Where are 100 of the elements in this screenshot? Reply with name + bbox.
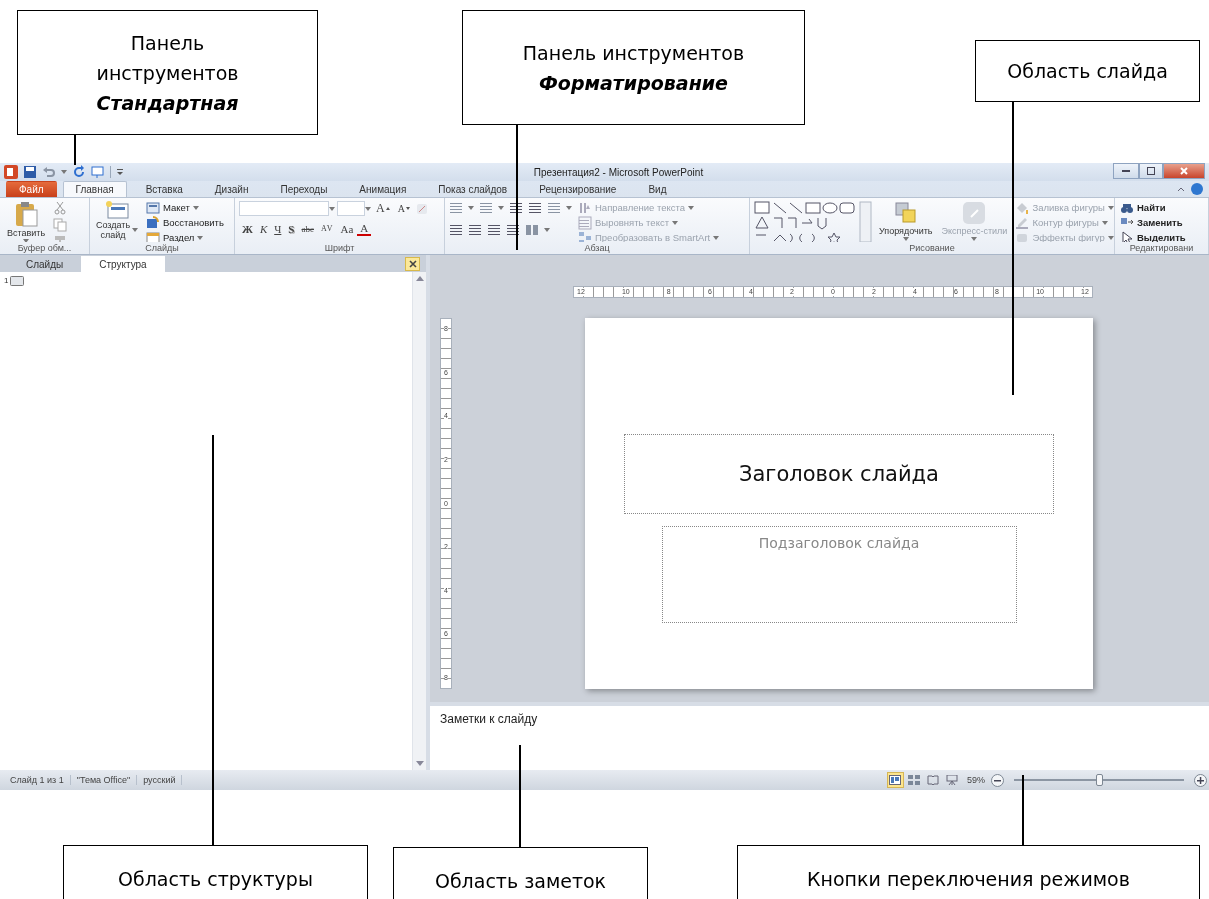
- font-size-field[interactable]: [337, 201, 371, 216]
- format-button[interactable]: A: [357, 221, 372, 236]
- caret-icon: [566, 206, 572, 210]
- collapse-ribbon-icon[interactable]: [1177, 186, 1185, 192]
- increase-indent-icon[interactable]: [528, 201, 542, 215]
- align-text-icon: [578, 215, 592, 230]
- caret-icon: [688, 205, 695, 210]
- shrink-font-button[interactable]: A: [394, 201, 413, 216]
- window-title: Презентация2 - Microsoft PowerPoint: [532, 166, 705, 178]
- ribbon-item[interactable]: Макет: [145, 201, 225, 214]
- restore-button[interactable]: [1139, 163, 1163, 179]
- clear-format-icon[interactable]: [414, 201, 429, 216]
- ribbon-item[interactable]: Заменить: [1119, 216, 1187, 229]
- format-button[interactable]: AV: [318, 221, 337, 236]
- undo-icon[interactable]: [42, 165, 56, 179]
- arrange-icon: [893, 201, 918, 225]
- caret-icon: [1107, 235, 1114, 240]
- ribbon-tab[interactable]: Переходы: [267, 181, 341, 197]
- columns-icon[interactable]: [525, 223, 539, 237]
- grow-font-button[interactable]: A: [373, 201, 393, 216]
- caret-icon: [192, 205, 199, 210]
- slide-number: 1: [4, 276, 9, 285]
- cursor-icon: [1120, 230, 1134, 242]
- pane-tab[interactable]: Слайды: [8, 256, 82, 272]
- restore-icon: [1147, 167, 1155, 175]
- ribbon-tab[interactable]: Вставка: [132, 181, 196, 197]
- shapes-gallery-drawing[interactable]: [754, 201, 872, 242]
- format-button[interactable]: Aa: [337, 221, 357, 236]
- callout-emphasis: Стандартная: [96, 90, 239, 116]
- ribbon-tab[interactable]: Дизайн: [201, 181, 262, 197]
- view-button[interactable]: [906, 772, 923, 788]
- caret-icon: [329, 206, 335, 211]
- view-button[interactable]: [887, 772, 904, 788]
- file-tab[interactable]: Файл: [6, 181, 57, 197]
- view-button[interactable]: [925, 772, 942, 788]
- bullets-icon[interactable]: [449, 201, 463, 215]
- zoom-out-button[interactable]: [991, 773, 1004, 787]
- close-pane-button[interactable]: [405, 256, 420, 271]
- line-spacing-icon[interactable]: [547, 201, 561, 215]
- quick-styles-icon: [962, 201, 987, 225]
- minimize-button[interactable]: [1113, 163, 1139, 179]
- callout-text: Область слайда: [1007, 59, 1168, 84]
- slide-sorter-icon: [908, 775, 921, 785]
- caret-icon: [902, 237, 909, 241]
- format-button[interactable]: Ж: [239, 221, 256, 236]
- callout-emphasis: Форматирование: [539, 70, 728, 96]
- projector-screen-icon: [946, 775, 959, 785]
- caret-icon: [498, 206, 504, 210]
- format-button[interactable]: Ч: [271, 221, 285, 236]
- scissors-icon[interactable]: [53, 201, 67, 215]
- paste-button[interactable]: Вставить: [4, 201, 48, 242]
- caret-icon: [672, 220, 678, 225]
- help-icon[interactable]: [1191, 183, 1203, 195]
- format-button[interactable]: S: [285, 221, 298, 236]
- format-button[interactable]: К: [256, 221, 271, 236]
- ribbon-tab[interactable]: Показ слайдов: [425, 181, 521, 197]
- notes-field[interactable]: Заметки к слайду: [430, 702, 1209, 770]
- customize-caret-icon[interactable]: [116, 168, 124, 176]
- numbering-icon[interactable]: [479, 201, 493, 215]
- format-button[interactable]: abe: [298, 221, 317, 236]
- plus-icon: [1197, 776, 1204, 784]
- align-right-icon[interactable]: [487, 223, 501, 237]
- align-left-icon[interactable]: [449, 223, 463, 237]
- ribbon-tab[interactable]: Анимация: [346, 181, 420, 197]
- group-label: Рисование: [909, 242, 955, 254]
- pane-tab[interactable]: Структура: [81, 256, 165, 272]
- status-text: русский: [137, 775, 183, 785]
- callout-text: Панель инструментов: [95, 30, 240, 86]
- arrange-button[interactable]: Упорядочить: [877, 201, 935, 241]
- caret-icon: [61, 170, 67, 174]
- ribbon-item[interactable]: Найти: [1119, 201, 1187, 214]
- text-direction-icon: [578, 200, 592, 215]
- ribbon-tab[interactable]: Главная: [62, 181, 127, 197]
- caret-icon: [713, 235, 720, 240]
- align-center-icon[interactable]: [468, 223, 482, 237]
- slider-thumb[interactable]: [1096, 774, 1103, 786]
- caret-icon: [197, 235, 204, 240]
- view-button[interactable]: [944, 772, 961, 788]
- callout-text: Кнопки переключения режимов: [807, 867, 1130, 892]
- group-label: Шрифт: [324, 242, 355, 254]
- scroll-up-icon: [415, 276, 424, 281]
- zoom-in-button[interactable]: [1194, 773, 1207, 787]
- slide-title[interactable]: Заголовок слайда: [624, 434, 1054, 514]
- status-text: Слайд 1 из 1: [4, 775, 71, 785]
- caret-icon: [1101, 220, 1108, 225]
- minimize-icon: [1122, 169, 1130, 173]
- new-slide-button[interactable]: Создать слайд: [94, 201, 140, 240]
- slide-subtitle[interactable]: Подзаголовок слайда: [661, 526, 1017, 623]
- zoom-level[interactable]: 59%: [967, 775, 985, 785]
- font-name-field[interactable]: [239, 201, 335, 216]
- book-icon: [927, 775, 940, 785]
- scrollbar[interactable]: [412, 272, 426, 770]
- redo-icon[interactable]: [72, 165, 86, 179]
- slide-icon[interactable]: [10, 276, 25, 286]
- ribbon-tab[interactable]: Рецензирование: [526, 181, 630, 197]
- close-button[interactable]: [1163, 163, 1205, 179]
- ribbon-item[interactable]: Восстановить: [145, 216, 225, 229]
- ribbon-tab[interactable]: Вид: [635, 181, 680, 197]
- slideshow-icon[interactable]: [91, 165, 105, 179]
- save-icon[interactable]: [23, 165, 37, 179]
